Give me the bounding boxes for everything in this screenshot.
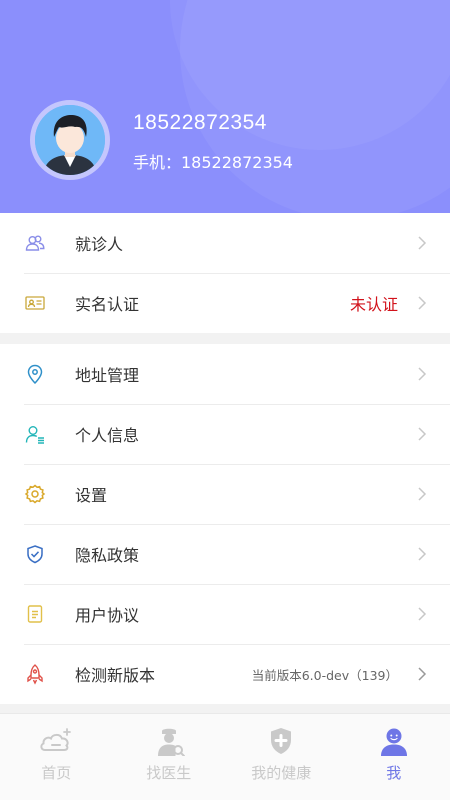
rocket-icon	[24, 663, 46, 685]
avatar[interactable]	[30, 100, 110, 180]
tab-find-doctor[interactable]: 找医生	[113, 714, 226, 800]
chevron-right-icon	[418, 607, 427, 621]
menu-item-personal-info[interactable]: 个人信息	[0, 404, 450, 464]
gear-icon	[24, 483, 46, 505]
me-avatar-icon	[380, 728, 407, 756]
chevron-right-icon	[418, 547, 427, 561]
tab-label: 找医生	[146, 764, 192, 782]
user-phone: 手机：18522872354	[133, 153, 293, 172]
shield-check-icon	[24, 543, 46, 565]
menu-item-label: 检测新版本	[75, 666, 156, 685]
current-version-text: 当前版本6.0-dev（139）	[251, 667, 398, 683]
menu-item-patients[interactable]: 就诊人	[0, 213, 450, 273]
menu-item-label: 设置	[75, 486, 108, 505]
location-pin-icon	[24, 363, 46, 385]
health-shield-icon	[271, 728, 292, 754]
doctor-search-icon	[157, 728, 185, 756]
menu-item-label: 隐私政策	[75, 546, 140, 565]
chevron-right-icon	[418, 367, 427, 381]
profile-page: 18522872354 手机：18522872354 就诊人 实名认证 未认证 …	[0, 0, 450, 800]
tab-my-health[interactable]: 我的健康	[225, 714, 338, 800]
tab-label: 我的健康	[251, 764, 312, 782]
home-cloud-icon	[40, 728, 72, 751]
menu-item-real-name-verification[interactable]: 实名认证 未认证	[0, 273, 450, 333]
menu-item-check-update[interactable]: 检测新版本 当前版本6.0-dev（139）	[0, 644, 450, 704]
menu-item-label: 地址管理	[75, 366, 140, 385]
chevron-right-icon	[418, 296, 427, 310]
menu-item-label: 实名认证	[75, 295, 140, 314]
avatar-illustration-icon	[35, 105, 105, 175]
people-icon	[24, 232, 46, 254]
document-icon	[24, 603, 46, 625]
verification-status: 未认证	[349, 295, 398, 314]
chevron-right-icon	[418, 427, 427, 441]
menu-group-patient: 就诊人 实名认证 未认证	[0, 213, 450, 333]
id-card-icon	[24, 292, 46, 314]
menu-item-label: 就诊人	[75, 235, 124, 254]
menu-item-settings[interactable]: 设置	[0, 464, 450, 524]
menu-item-label: 用户协议	[75, 606, 140, 625]
tab-label: 我	[386, 764, 402, 782]
menu-group-settings: 地址管理 个人信息 设置 隐私政策 用户协议 检测新版本 当前版本6.0-dev…	[0, 344, 450, 704]
menu-item-address-management[interactable]: 地址管理	[0, 344, 450, 404]
chevron-right-icon	[418, 236, 427, 250]
profile-header: 18522872354 手机：18522872354	[0, 0, 450, 213]
tab-me[interactable]: 我	[338, 714, 450, 800]
user-display-name: 18522872354	[133, 111, 267, 134]
menu-item-user-agreement[interactable]: 用户协议	[0, 584, 450, 644]
tab-label: 首页	[41, 764, 72, 782]
tab-home[interactable]: 首页	[0, 714, 113, 800]
chevron-right-icon	[418, 487, 427, 501]
menu-item-label: 个人信息	[75, 426, 140, 445]
user-list-icon	[24, 423, 46, 445]
bottom-tab-bar: 首页 找医生 我的健康 我	[0, 713, 450, 800]
menu-item-privacy-policy[interactable]: 隐私政策	[0, 524, 450, 584]
chevron-right-icon	[418, 667, 427, 681]
